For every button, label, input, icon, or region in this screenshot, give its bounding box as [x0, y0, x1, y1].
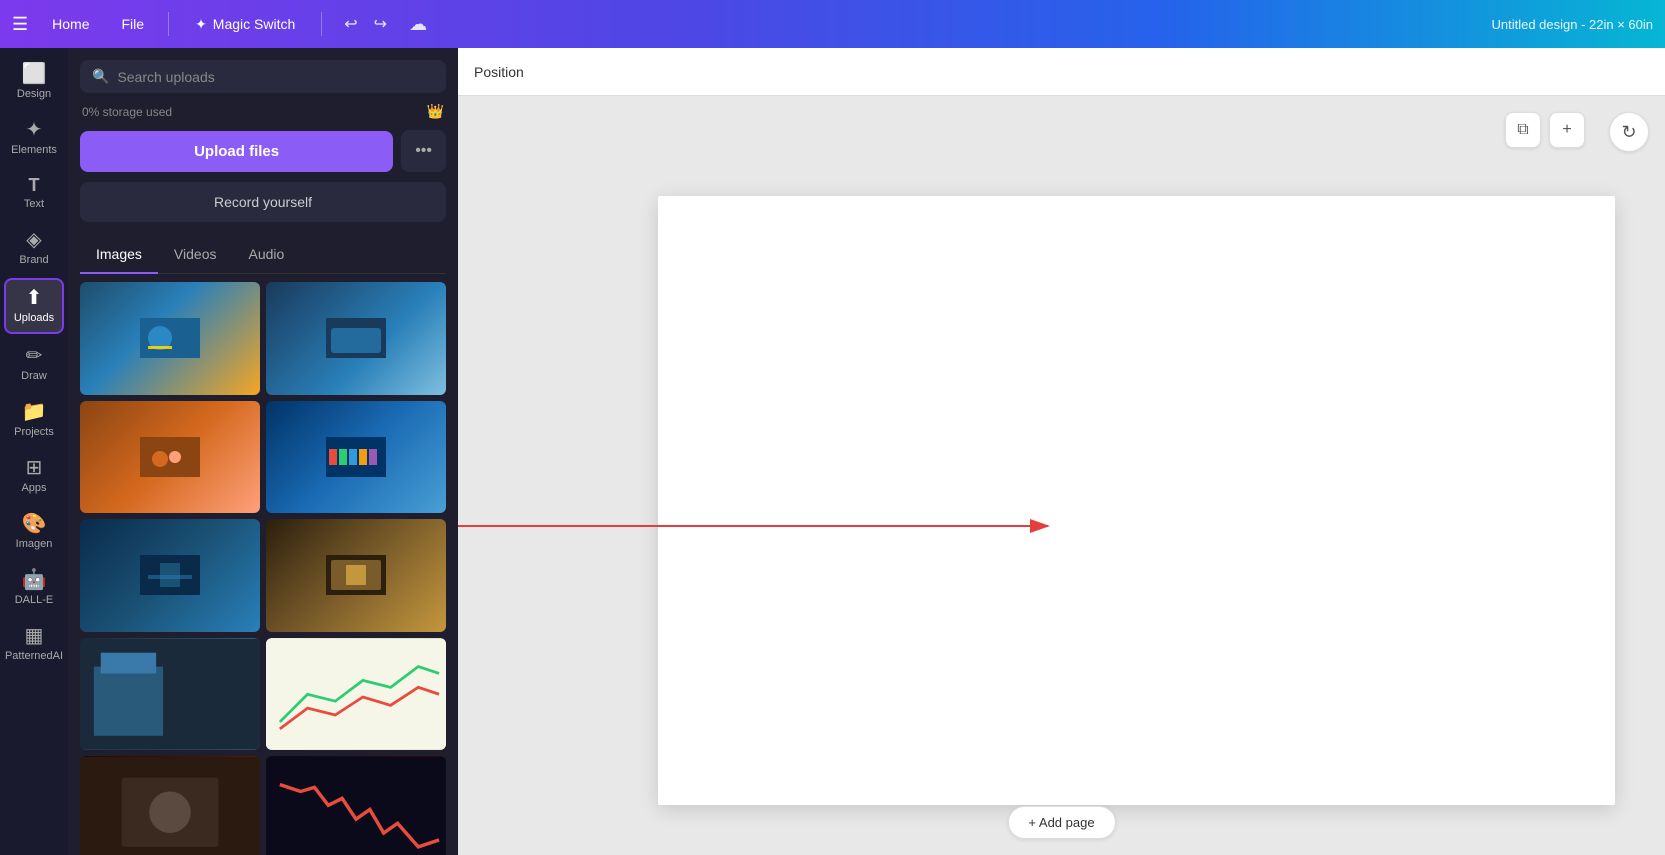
sidebar-item-apps[interactable]: ⊞ Apps	[4, 450, 64, 502]
list-item[interactable]	[266, 519, 446, 632]
sidebar-item-imagen[interactable]: 🎨 Imagen	[4, 506, 64, 558]
canvas-top-controls: ⧉ +	[1505, 112, 1585, 148]
draw-icon: ✏	[26, 346, 43, 366]
sidebar-item-label: Draw	[21, 370, 47, 382]
undo-redo-group: ↩ ↪	[338, 10, 393, 38]
search-input[interactable]	[117, 69, 434, 85]
brand-icon: ◈	[26, 230, 41, 250]
undo-button[interactable]: ↩	[338, 10, 363, 38]
upload-btn-row: Upload files •••	[80, 130, 446, 172]
more-options-button[interactable]: •••	[401, 130, 446, 172]
list-item[interactable]	[80, 282, 260, 395]
design-title: Untitled design - 22in × 60in	[1491, 17, 1653, 32]
canvas-paper	[658, 196, 1615, 805]
file-button[interactable]: File	[114, 12, 153, 36]
record-yourself-button[interactable]: Record yourself	[80, 182, 446, 222]
sidebar-item-label: Elements	[11, 144, 57, 156]
sidebar-item-label: PatternedAI	[5, 650, 63, 662]
sidebar-item-design[interactable]: ⬜ Design	[4, 56, 64, 108]
sidebar-item-text[interactable]: T Text	[4, 168, 64, 218]
topbar: ☰ Home File ✦ Magic Switch ↩ ↪ ☁ Untitle…	[0, 0, 1665, 48]
tab-audio[interactable]: Audio	[232, 236, 300, 274]
image-grid	[80, 282, 446, 855]
list-item[interactable]	[266, 756, 446, 855]
projects-icon: 📁	[22, 402, 47, 422]
image-grid-container	[68, 274, 458, 855]
magic-switch-button[interactable]: ✦ Magic Switch	[185, 12, 305, 37]
sidebar-item-uploads[interactable]: ⬆ Uploads	[4, 278, 64, 334]
topbar-left: ☰ Home File ✦ Magic Switch ↩ ↪ ☁	[12, 10, 427, 38]
sidebar-item-label: Projects	[14, 426, 54, 438]
add-page-button[interactable]: + Add page	[1007, 806, 1115, 839]
tabs-row: Images Videos Audio	[80, 236, 446, 274]
main-content: ⬜ Design ✦ Elements T Text ◈ Brand ⬆ Upl…	[0, 48, 1665, 855]
apps-icon: ⊞	[26, 458, 43, 478]
upload-panel: 🔍 0% storage used 👑 Upload files ••• Rec…	[68, 48, 458, 855]
list-item[interactable]	[80, 756, 260, 855]
magic-switch-icon: ✦	[195, 16, 207, 33]
storage-text: 0% storage used	[82, 105, 172, 119]
cloud-save-icon[interactable]: ☁	[409, 14, 427, 35]
sidebar-item-brand[interactable]: ◈ Brand	[4, 222, 64, 274]
canvas-area: Position ⧉ + ↻ + Add page	[458, 48, 1665, 855]
toolbar-position-label: Position	[474, 64, 524, 80]
sidebar-item-elements[interactable]: ✦ Elements	[4, 112, 64, 164]
icon-sidebar: ⬜ Design ✦ Elements T Text ◈ Brand ⬆ Upl…	[0, 48, 68, 855]
tab-videos[interactable]: Videos	[158, 236, 233, 274]
magic-switch-label: Magic Switch	[213, 16, 295, 32]
separator	[168, 12, 169, 36]
uploads-icon: ⬆	[26, 288, 43, 308]
sidebar-item-label: DALL-E	[15, 594, 54, 606]
search-box: 🔍	[80, 60, 446, 93]
add-canvas-button[interactable]: +	[1549, 112, 1585, 148]
patterned-icon: ▦	[25, 626, 44, 646]
sidebar-item-label: Design	[17, 88, 51, 100]
sidebar-item-projects[interactable]: 📁 Projects	[4, 394, 64, 446]
copy-canvas-button[interactable]: ⧉	[1505, 112, 1541, 148]
text-icon: T	[29, 176, 40, 194]
storage-row: 0% storage used 👑	[80, 103, 446, 120]
sidebar-item-draw[interactable]: ✏ Draw	[4, 338, 64, 390]
imagen-icon: 🎨	[22, 514, 47, 534]
canvas-body: ⧉ + ↻ + Add page	[458, 96, 1665, 855]
sidebar-item-label: Text	[24, 198, 44, 210]
sidebar-item-label: Apps	[21, 482, 46, 494]
home-button[interactable]: Home	[44, 12, 97, 36]
menu-icon[interactable]: ☰	[12, 14, 28, 35]
upload-files-button[interactable]: Upload files	[80, 131, 393, 172]
redo-button[interactable]: ↪	[368, 10, 393, 38]
search-icon: 🔍	[92, 68, 109, 85]
dalle-icon: 🤖	[22, 570, 47, 590]
crown-icon: 👑	[427, 103, 444, 120]
sidebar-item-label: Imagen	[16, 538, 53, 550]
upload-panel-inner: 🔍 0% storage used 👑 Upload files ••• Rec…	[68, 48, 458, 274]
list-item[interactable]	[266, 282, 446, 395]
list-item[interactable]	[80, 519, 260, 632]
sidebar-item-dalle[interactable]: 🤖 DALL-E	[4, 562, 64, 614]
sidebar-item-label: Brand	[19, 254, 48, 266]
elements-icon: ✦	[26, 120, 43, 140]
tab-images[interactable]: Images	[80, 236, 158, 274]
separator2	[321, 12, 322, 36]
canvas-toolbar: Position	[458, 48, 1665, 96]
refresh-button[interactable]: ↻	[1609, 112, 1649, 152]
list-item[interactable]	[266, 638, 446, 751]
list-item[interactable]	[80, 401, 260, 514]
list-item[interactable]	[80, 638, 260, 751]
sidebar-item-label: Uploads	[14, 312, 54, 324]
design-icon: ⬜	[22, 64, 47, 84]
list-item[interactable]	[266, 401, 446, 514]
sidebar-item-patterned[interactable]: ▦ PatternedAI	[4, 618, 64, 670]
